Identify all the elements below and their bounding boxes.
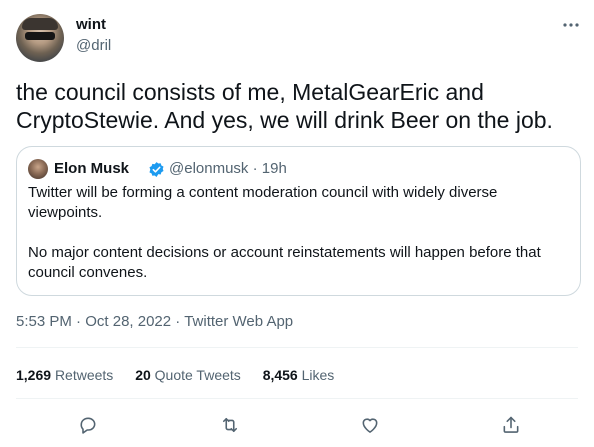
action-bar xyxy=(0,411,594,439)
engagement-stats: 1,269 Retweets 20 Quote Tweets 8,456 Lik… xyxy=(16,367,352,383)
like-icon xyxy=(362,418,378,433)
quoted-tweet-text: Twitter will be forming a content modera… xyxy=(28,183,568,283)
avatar-sunglasses xyxy=(25,32,55,40)
share-button[interactable] xyxy=(497,411,525,439)
author-avatar[interactable] xyxy=(16,14,64,62)
share-icon xyxy=(503,416,519,433)
likes-label: Likes xyxy=(301,367,335,383)
author-handle[interactable]: @dril xyxy=(76,37,111,54)
tweet-text: the council consists of me, MetalGearEri… xyxy=(16,79,553,133)
reply-icon xyxy=(80,417,96,434)
quoted-author-avatar xyxy=(28,159,48,179)
quoted-paragraph-2: No major content decisions or account re… xyxy=(28,244,541,281)
retweet-button[interactable] xyxy=(216,411,244,439)
author-name[interactable]: wint xyxy=(76,16,106,33)
timestamp-source[interactable]: Twitter Web App xyxy=(184,313,293,330)
retweets-stat[interactable]: 1,269 Retweets xyxy=(16,367,113,383)
avatar-hair xyxy=(22,18,58,30)
quoted-meta: @elonmusk · 19h xyxy=(169,160,287,177)
like-button[interactable] xyxy=(356,411,384,439)
quoted-paragraph-1: Twitter will be forming a content modera… xyxy=(28,184,498,221)
likes-count: 8,456 xyxy=(262,367,298,383)
quote-tweets-count: 20 xyxy=(135,367,151,383)
retweets-label: Retweets xyxy=(54,367,114,383)
timestamp-date[interactable]: Oct 28, 2022 xyxy=(85,313,171,330)
likes-stat[interactable]: 8,456 Likes xyxy=(263,367,335,383)
quote-tweets-label: Quote Tweets xyxy=(154,367,241,383)
more-horizontal-icon[interactable] xyxy=(560,17,582,33)
divider xyxy=(16,398,578,399)
timestamp-time[interactable]: 5:53 PM xyxy=(16,313,72,330)
divider xyxy=(16,347,578,348)
verified-badge-icon xyxy=(149,162,164,177)
retweets-count: 1,269 xyxy=(16,367,52,383)
quote-tweets-stat[interactable]: 20 Quote Tweets xyxy=(135,367,241,383)
quoted-tweet-card[interactable]: Elon Musk @elonmusk · 19h Twitter will b… xyxy=(16,146,581,296)
quoted-author-name: Elon Musk xyxy=(54,160,130,177)
timestamp-separator: · xyxy=(71,313,86,330)
retweet-icon xyxy=(222,417,238,433)
timestamp-separator-2: · xyxy=(171,313,185,330)
reply-button[interactable] xyxy=(74,411,102,439)
tweet-timestamp: 5:53 PM · Oct 28, 2022 · Twitter Web App xyxy=(16,313,293,330)
